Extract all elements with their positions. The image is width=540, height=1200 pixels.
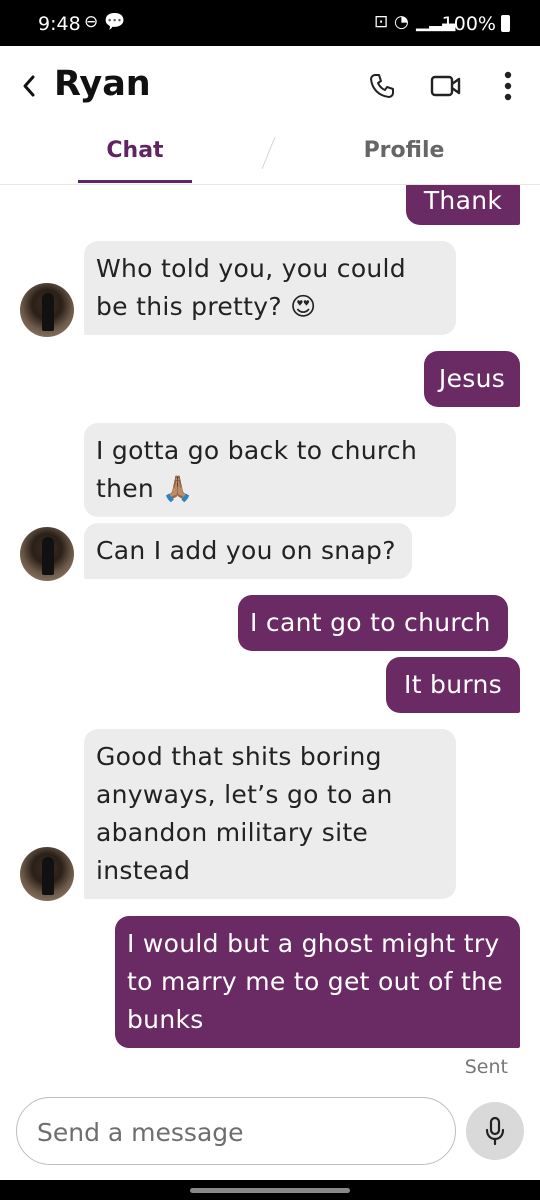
avatar[interactable] [20,283,74,337]
battery-icon [501,15,510,32]
system-nav-bar [0,1180,540,1200]
more-icon[interactable] [488,66,528,106]
message-outgoing[interactable]: I would but a ghost might try to marry m… [115,916,520,1048]
battery-percent: 100% [441,13,496,35]
message-composer[interactable] [16,1097,456,1165]
avatar[interactable] [20,847,74,901]
avatar[interactable] [20,527,74,581]
message-incoming[interactable]: Who told you, you could be this pretty? … [84,241,456,335]
message-outgoing[interactable]: It burns [386,657,520,713]
sync-icon: ⊡ [374,12,389,32]
message-incoming[interactable]: Good that shits boring anyways, let’s go… [84,729,456,899]
message-input[interactable] [35,1114,439,1150]
phone-icon[interactable] [362,66,402,106]
chat-header: Ryan Chat Profile [0,46,540,185]
status-time: 9:48 [38,13,81,35]
status-bar: 9:48 ⊖ 💬 ⊡ ◔ ▁▂▃ 100% [0,0,540,46]
video-icon[interactable] [426,66,466,106]
tab-profile[interactable]: Profile [346,138,462,163]
tab-divider [261,137,276,169]
tab-chat[interactable]: Chat [78,138,192,163]
message-list[interactable]: Thanks Who told you, you could be this p… [0,185,540,1085]
message-outgoing[interactable]: Thanks [406,185,520,253]
contact-name[interactable]: Ryan [54,64,151,104]
mic-icon[interactable] [466,1102,524,1160]
message-incoming[interactable]: I gotta go back to church then 🙏🏽 [84,423,456,517]
active-tab-indicator [78,180,192,183]
chat-notification-icon: 💬 [104,12,126,32]
message-outgoing[interactable]: I cant go to church [238,595,508,651]
message-incoming[interactable]: Can I add you on snap? [84,523,412,579]
message-outgoing[interactable]: Jesus [424,351,520,407]
tab-bar: Chat Profile [0,126,540,185]
wifi-icon: ◔ [394,12,409,32]
home-handle[interactable] [190,1188,350,1193]
delivery-status: Sent [464,1056,508,1078]
back-icon[interactable] [14,68,44,104]
dnd-icon: ⊖ [84,12,99,32]
